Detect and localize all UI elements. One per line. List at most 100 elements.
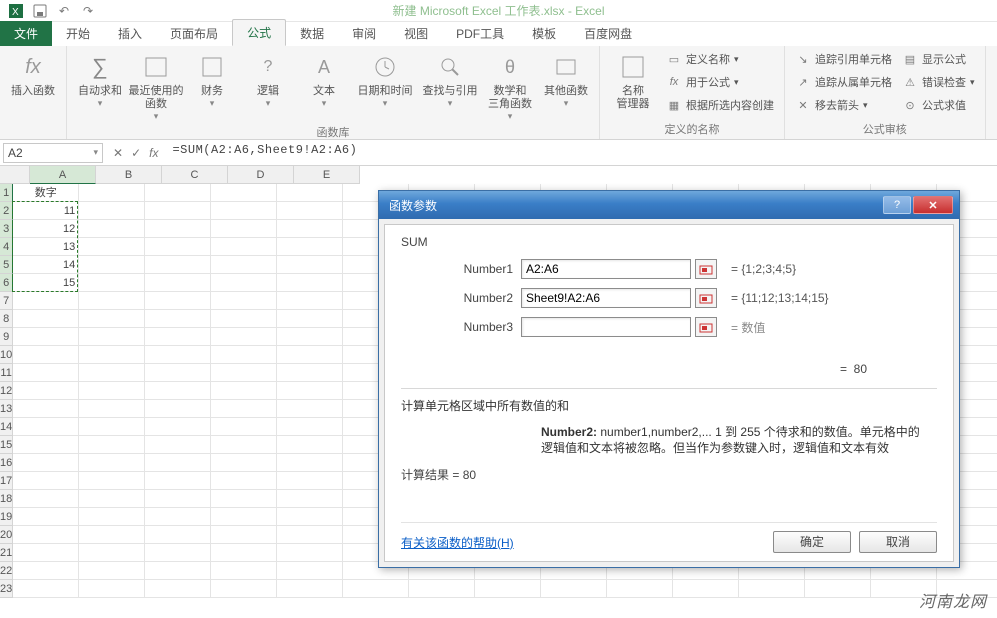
cell[interactable]	[13, 472, 79, 490]
cell[interactable]	[211, 562, 277, 580]
cell[interactable]	[79, 418, 145, 436]
insert-function-button[interactable]: fx 插入函数	[6, 48, 60, 98]
show-formulas-button[interactable]: ▤显示公式	[898, 48, 979, 70]
row-header[interactable]: 21	[0, 544, 13, 562]
row-header[interactable]: 1	[0, 184, 13, 202]
cell[interactable]	[13, 562, 79, 580]
trace-precedents-button[interactable]: ↘追踪引用单元格	[791, 48, 896, 70]
cell[interactable]	[145, 400, 211, 418]
row-header[interactable]: 20	[0, 526, 13, 544]
cell[interactable]	[541, 580, 607, 598]
cell[interactable]	[739, 580, 805, 598]
datetime-button[interactable]: 日期和时间▾	[353, 48, 417, 109]
cell[interactable]	[277, 256, 343, 274]
arg3-ref-button[interactable]	[695, 317, 717, 337]
tab-baidu[interactable]: 百度网盘	[570, 21, 646, 46]
cell[interactable]	[277, 238, 343, 256]
cell[interactable]	[211, 256, 277, 274]
cell[interactable]	[277, 346, 343, 364]
cell[interactable]	[13, 382, 79, 400]
cell[interactable]	[607, 580, 673, 598]
cell[interactable]	[937, 580, 997, 598]
cell[interactable]	[211, 418, 277, 436]
error-check-button[interactable]: ⚠错误检查 ▾	[898, 71, 979, 93]
row-header[interactable]: 3	[0, 220, 13, 238]
cell[interactable]	[277, 310, 343, 328]
arg3-input[interactable]	[521, 317, 691, 337]
cell[interactable]	[145, 472, 211, 490]
cell[interactable]	[79, 436, 145, 454]
tab-insert[interactable]: 插入	[104, 21, 156, 46]
tab-review[interactable]: 审阅	[338, 21, 390, 46]
cell[interactable]	[13, 544, 79, 562]
cell[interactable]	[145, 346, 211, 364]
cell[interactable]	[79, 274, 145, 292]
text-fn-button[interactable]: A文本▾	[297, 48, 351, 109]
cell[interactable]	[277, 454, 343, 472]
cell[interactable]	[13, 490, 79, 508]
cell[interactable]	[145, 328, 211, 346]
row-header[interactable]: 2	[0, 202, 13, 220]
cell[interactable]	[145, 562, 211, 580]
row-header[interactable]: 18	[0, 490, 13, 508]
cell[interactable]	[13, 364, 79, 382]
cell[interactable]	[79, 454, 145, 472]
cancel-entry-icon[interactable]: ✕	[113, 146, 123, 160]
cell[interactable]	[211, 220, 277, 238]
cell[interactable]	[79, 400, 145, 418]
function-help-link[interactable]: 有关该函数的帮助(H)	[401, 534, 514, 551]
cell[interactable]	[145, 274, 211, 292]
tab-layout[interactable]: 页面布局	[156, 21, 232, 46]
cell[interactable]	[79, 346, 145, 364]
cell[interactable]	[13, 328, 79, 346]
cell[interactable]	[277, 202, 343, 220]
col-header-E[interactable]: E	[294, 166, 360, 184]
cell[interactable]	[211, 202, 277, 220]
cell[interactable]	[13, 310, 79, 328]
cell[interactable]	[79, 310, 145, 328]
cell[interactable]	[13, 526, 79, 544]
autosum-button[interactable]: ∑自动求和▾	[73, 48, 127, 109]
cell[interactable]	[13, 292, 79, 310]
cell[interactable]	[79, 256, 145, 274]
tab-file[interactable]: 文件	[0, 21, 52, 46]
tab-view[interactable]: 视图	[390, 21, 442, 46]
cell[interactable]	[79, 490, 145, 508]
cell[interactable]	[145, 490, 211, 508]
create-from-selection-button[interactable]: ▦根据所选内容创建	[662, 94, 778, 116]
lookup-button[interactable]: 查找与引用▾	[419, 48, 481, 109]
cell[interactable]	[211, 436, 277, 454]
row-header[interactable]: 6	[0, 274, 13, 292]
cell[interactable]	[211, 454, 277, 472]
undo-icon[interactable]: ↶	[56, 3, 72, 19]
row-header[interactable]: 23	[0, 580, 13, 598]
formula-input[interactable]: =SUM(A2:A6,Sheet9!A2:A6)	[168, 143, 997, 163]
cell[interactable]	[277, 184, 343, 202]
cell[interactable]	[277, 400, 343, 418]
cell[interactable]	[277, 436, 343, 454]
cell[interactable]	[211, 490, 277, 508]
arg1-input[interactable]	[521, 259, 691, 279]
col-header-A[interactable]: A	[30, 166, 96, 184]
col-header-B[interactable]: B	[96, 166, 162, 184]
define-name-button[interactable]: ▭定义名称 ▾	[662, 48, 778, 70]
cell[interactable]	[79, 220, 145, 238]
remove-arrows-button[interactable]: ✕移去箭头 ▾	[791, 94, 896, 116]
cell[interactable]	[145, 292, 211, 310]
arg2-input[interactable]	[521, 288, 691, 308]
cell[interactable]	[145, 526, 211, 544]
cell[interactable]	[145, 454, 211, 472]
cell[interactable]: 13	[13, 238, 79, 256]
save-icon[interactable]	[32, 3, 48, 19]
row-header[interactable]: 22	[0, 562, 13, 580]
cell[interactable]	[79, 562, 145, 580]
cell[interactable]	[475, 580, 541, 598]
tab-template[interactable]: 模板	[518, 21, 570, 46]
cell[interactable]	[145, 508, 211, 526]
col-header-D[interactable]: D	[228, 166, 294, 184]
cell[interactable]	[79, 292, 145, 310]
cell[interactable]: 11	[13, 202, 79, 220]
cell[interactable]	[277, 472, 343, 490]
cell[interactable]	[211, 292, 277, 310]
watch-window-button[interactable]: 监视窗口	[992, 48, 997, 98]
